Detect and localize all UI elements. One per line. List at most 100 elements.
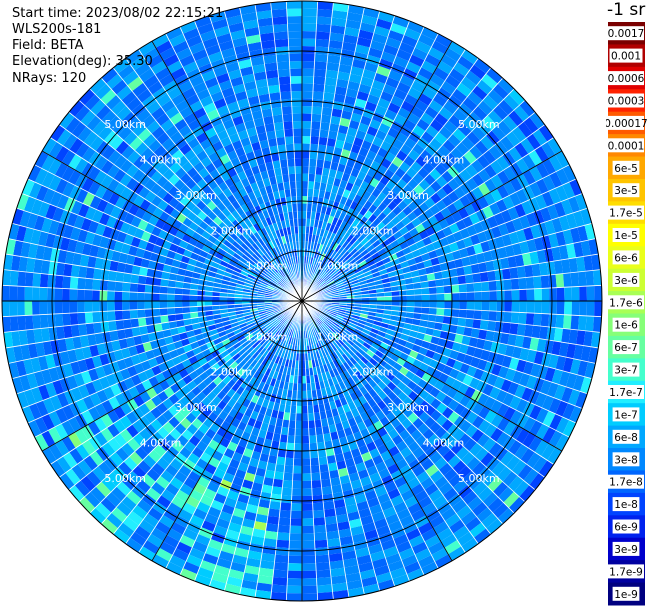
range-gate-cell [464,274,474,284]
range-gate-cell [540,275,550,289]
range-gate-cell [296,196,302,204]
range-gate-cell [108,270,117,282]
range-gate-cell [285,143,295,152]
range-gate-cell [414,294,422,301]
range-gate-cell [2,285,10,301]
range-gate-cell [548,274,557,289]
range-gate-cell [137,301,145,310]
range-gate-cell [289,540,302,549]
range-gate-cell [302,495,313,504]
range-gate-cell [302,106,313,114]
range-label: 2.00km [211,366,253,379]
range-gate-cell [314,53,328,63]
range-gate-cell [278,76,291,85]
range-gate-cell [322,99,334,109]
range-gate-cell [399,295,407,301]
range-gate-cell [271,486,283,495]
range-gate-cell [518,277,527,290]
range-gate-cell [315,562,331,571]
range-gate-cell [302,585,318,594]
range-gate-cell [197,301,205,307]
range-gate-cell [159,308,168,316]
range-gate-cell [502,268,511,280]
range-gate-cell [323,501,335,510]
range-gate-cell [302,518,314,526]
range-gate-cell [481,291,490,301]
range-gate-cell [489,290,497,301]
range-gate-cell [108,320,117,332]
range-gate-cell [319,463,329,473]
range-gate-cell [276,61,290,70]
range-gate-cell [563,272,572,288]
range-gate-cell [293,136,302,144]
range-gate-cell [399,301,407,307]
range-gate-cell [114,291,123,301]
range-gate-cell [84,301,93,313]
range-gate-cell [292,473,302,481]
range-gate-cell [414,301,422,308]
range-gate-cell [287,23,302,32]
range-gate-cell [93,268,102,280]
range-gate-cell [77,301,85,313]
range-gate-cell [473,310,482,320]
range-gate-cell [122,319,132,330]
range-gate-cell [274,554,289,564]
range-gate-cell [472,319,482,330]
range-gate-cell [481,310,490,321]
range-gate-cell [107,290,115,301]
range-label: 3.00km [175,401,217,414]
range-gate-cell [391,301,400,307]
range-gate-cell [309,143,319,152]
range-gate-cell [316,16,332,26]
range-gate-cell [152,293,160,301]
field-label: Field: BETA [12,38,84,53]
range-gate-cell [296,188,302,197]
range-gate-cell [494,269,504,281]
range-gate-cell [571,286,580,301]
range-gate-cell [93,322,102,334]
range-gate-cell [275,129,285,139]
range-gate-cell [302,435,310,444]
range-gate-cell [69,276,79,290]
range-gate-cell [302,473,312,481]
range-gate-cell [310,128,321,137]
range-gate-cell [320,114,332,124]
range-gate-cell [286,1,302,9]
range-gate-cell [288,46,302,54]
range-gate-cell [39,314,49,329]
range-gate-cell [459,301,467,310]
range-gate-cell [282,113,293,122]
range-gate-cell [292,128,302,137]
range-gate-cell [310,465,321,474]
range-gate-cell [302,413,309,421]
range-gate-cell [302,540,315,549]
range-gate-cell [92,279,101,291]
range-label: 4.00km [423,436,465,449]
range-gate-cell [290,76,302,84]
range-gate-cell [69,288,78,301]
range-label: 3.00km [175,189,217,202]
range-gate-cell [77,277,86,290]
range-gate-cell [92,311,101,323]
range-label: 2.00km [211,224,253,237]
range-gate-cell [421,301,430,308]
range-gate-cell [518,312,527,325]
range-gate-cell [473,282,482,292]
range-gate-cell [39,273,49,288]
range-gate-cell [314,61,328,70]
range-gate-cell [283,121,293,130]
range-gate-cell [293,458,302,466]
range-gate-cell [290,510,302,519]
range-gate-cell [280,494,292,504]
range-gate-cell [312,509,325,519]
range-gate-cell [137,292,145,301]
range-gate-cell [47,313,56,328]
range-gate-cell [302,443,310,451]
range-gate-cell [277,524,291,534]
range-gate-cell [276,539,290,549]
range-label: 2.00km [352,224,394,237]
range-gate-cell [524,264,534,278]
range-gate-cell [62,301,70,314]
range-gate-cell [287,31,302,39]
range-gate-cell [302,480,312,489]
